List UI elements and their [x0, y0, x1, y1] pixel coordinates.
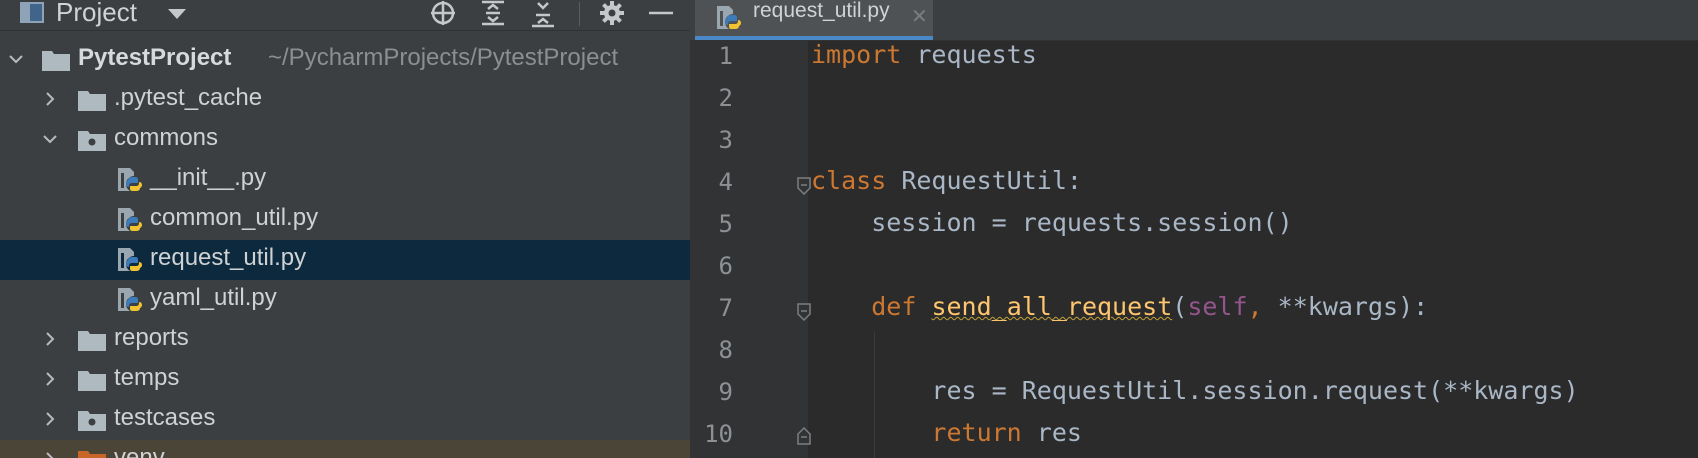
- line-number-gutter: 1 2 3 4 5 6 7 8 9 10: [690, 40, 811, 458]
- view-dropdown-chevron-icon[interactable]: [168, 9, 186, 19]
- self-param: self: [1187, 292, 1248, 321]
- code-text: RequestUtil:: [886, 166, 1082, 195]
- tree-item-file-selected[interactable]: request_util.py: [0, 240, 690, 280]
- line-number: 5: [718, 210, 733, 238]
- tree-item-folder[interactable]: reports: [0, 320, 690, 360]
- project-view-icon: [20, 2, 44, 23]
- code-line-7: def send_all_request(self, **kwargs):: [811, 292, 1428, 321]
- tree-item-label: common_util.py: [150, 204, 319, 231]
- python-file-icon: [118, 248, 142, 272]
- keyword: return: [931, 418, 1022, 447]
- code-text: (: [1172, 292, 1188, 321]
- code-line-9: res = RequestUtil.session.request(**kwar…: [811, 376, 1579, 405]
- tree-item-file[interactable]: __init__.py: [0, 160, 690, 200]
- editor-tab-bar: request_util.py ✕: [690, 0, 1698, 41]
- keyword: class: [811, 166, 887, 195]
- chevron-right-icon[interactable]: [42, 451, 58, 458]
- python-file-icon: [118, 288, 142, 312]
- python-file-icon: [118, 208, 142, 232]
- project-toolbar: Project: [0, 0, 690, 31]
- line-number: 3: [718, 126, 733, 154]
- excluded-folder-icon: [78, 451, 106, 458]
- line-number: 6: [718, 252, 733, 280]
- function-name: send_all_request: [931, 292, 1173, 321]
- folder-icon: [78, 371, 106, 391]
- line-number: 8: [718, 336, 733, 364]
- gear-icon[interactable]: [597, 0, 627, 28]
- project-view-title[interactable]: Project: [56, 0, 137, 28]
- code-line-10: return res: [811, 418, 1082, 447]
- tree-item-file[interactable]: common_util.py: [0, 200, 690, 240]
- line-number: 9: [718, 378, 733, 406]
- tree-item-folder[interactable]: temps: [0, 360, 690, 400]
- folder-icon: [42, 51, 70, 71]
- expand-all-icon[interactable]: [478, 0, 508, 28]
- tree-item-project-root[interactable]: PytestProject ~/PycharmProjects/PytestPr…: [0, 40, 690, 80]
- chevron-right-icon[interactable]: [42, 411, 58, 427]
- tree-item-label: __init__.py: [150, 164, 267, 191]
- tab-request-util[interactable]: request_util.py ✕: [695, 0, 933, 40]
- keyword: def: [871, 292, 917, 321]
- code-editor: request_util.py ✕ 1 2 3 4 5 6 7 8 9 10 i…: [690, 0, 1698, 458]
- close-tab-icon[interactable]: ✕: [911, 4, 928, 28]
- chevron-down-icon[interactable]: [8, 51, 24, 67]
- tree-item-package[interactable]: testcases: [0, 400, 690, 440]
- python-file-icon: [118, 168, 142, 192]
- tree-item-excluded-folder[interactable]: venv: [0, 440, 690, 458]
- code-text: requests: [901, 40, 1037, 69]
- tree-item-label: venv: [114, 444, 165, 458]
- folder-icon: [78, 331, 106, 351]
- line-number: 1: [718, 42, 733, 70]
- code-text: **kwargs):: [1262, 292, 1429, 321]
- code-line-4: class RequestUtil:: [811, 166, 1082, 195]
- line-number: 10: [704, 420, 733, 448]
- chevron-down-icon[interactable]: [42, 131, 58, 147]
- project-root-path: ~/PycharmProjects/PytestProject: [268, 44, 619, 71]
- hide-panel-minus-icon[interactable]: [646, 0, 676, 28]
- chevron-right-icon[interactable]: [42, 371, 58, 387]
- tab-label: request_util.py: [753, 0, 890, 22]
- comma: ,: [1247, 292, 1263, 321]
- package-folder-icon: [78, 411, 106, 431]
- tree-item-label: testcases: [114, 404, 216, 431]
- python-file-icon: [717, 6, 741, 30]
- project-root-label: PytestProject: [78, 44, 232, 71]
- code-text: res: [1021, 418, 1082, 447]
- line-number: 7: [718, 294, 733, 322]
- tree-item-package[interactable]: commons: [0, 120, 690, 160]
- tree-item-label: request_util.py: [150, 244, 307, 271]
- tree-item-label: .pytest_cache: [114, 84, 263, 111]
- tree-item-folder[interactable]: .pytest_cache: [0, 80, 690, 120]
- keyword: import: [811, 40, 902, 69]
- toolbar-separator: [579, 2, 580, 26]
- tree-item-label: reports: [114, 324, 189, 351]
- code-text-area[interactable]: import requests class RequestUtil: sessi…: [808, 40, 1698, 458]
- package-folder-icon: [78, 131, 106, 151]
- chevron-right-icon[interactable]: [42, 331, 58, 347]
- code-line-5: session = requests.session(): [811, 208, 1293, 237]
- tree-item-file[interactable]: yaml_util.py: [0, 280, 690, 320]
- line-number: 4: [718, 168, 733, 196]
- tree-item-label: temps: [114, 364, 180, 391]
- code-line-1: import requests: [811, 40, 1037, 69]
- line-number: 2: [718, 84, 733, 112]
- collapse-all-icon[interactable]: [528, 0, 558, 28]
- folder-icon: [78, 91, 106, 111]
- tree-item-label: yaml_util.py: [150, 284, 277, 311]
- locate-crosshair-icon[interactable]: [428, 0, 458, 28]
- tree-item-label: commons: [114, 124, 219, 151]
- project-tool-window: Project PytestProject ~/PycharmProjects/…: [0, 0, 690, 458]
- chevron-right-icon[interactable]: [42, 91, 58, 107]
